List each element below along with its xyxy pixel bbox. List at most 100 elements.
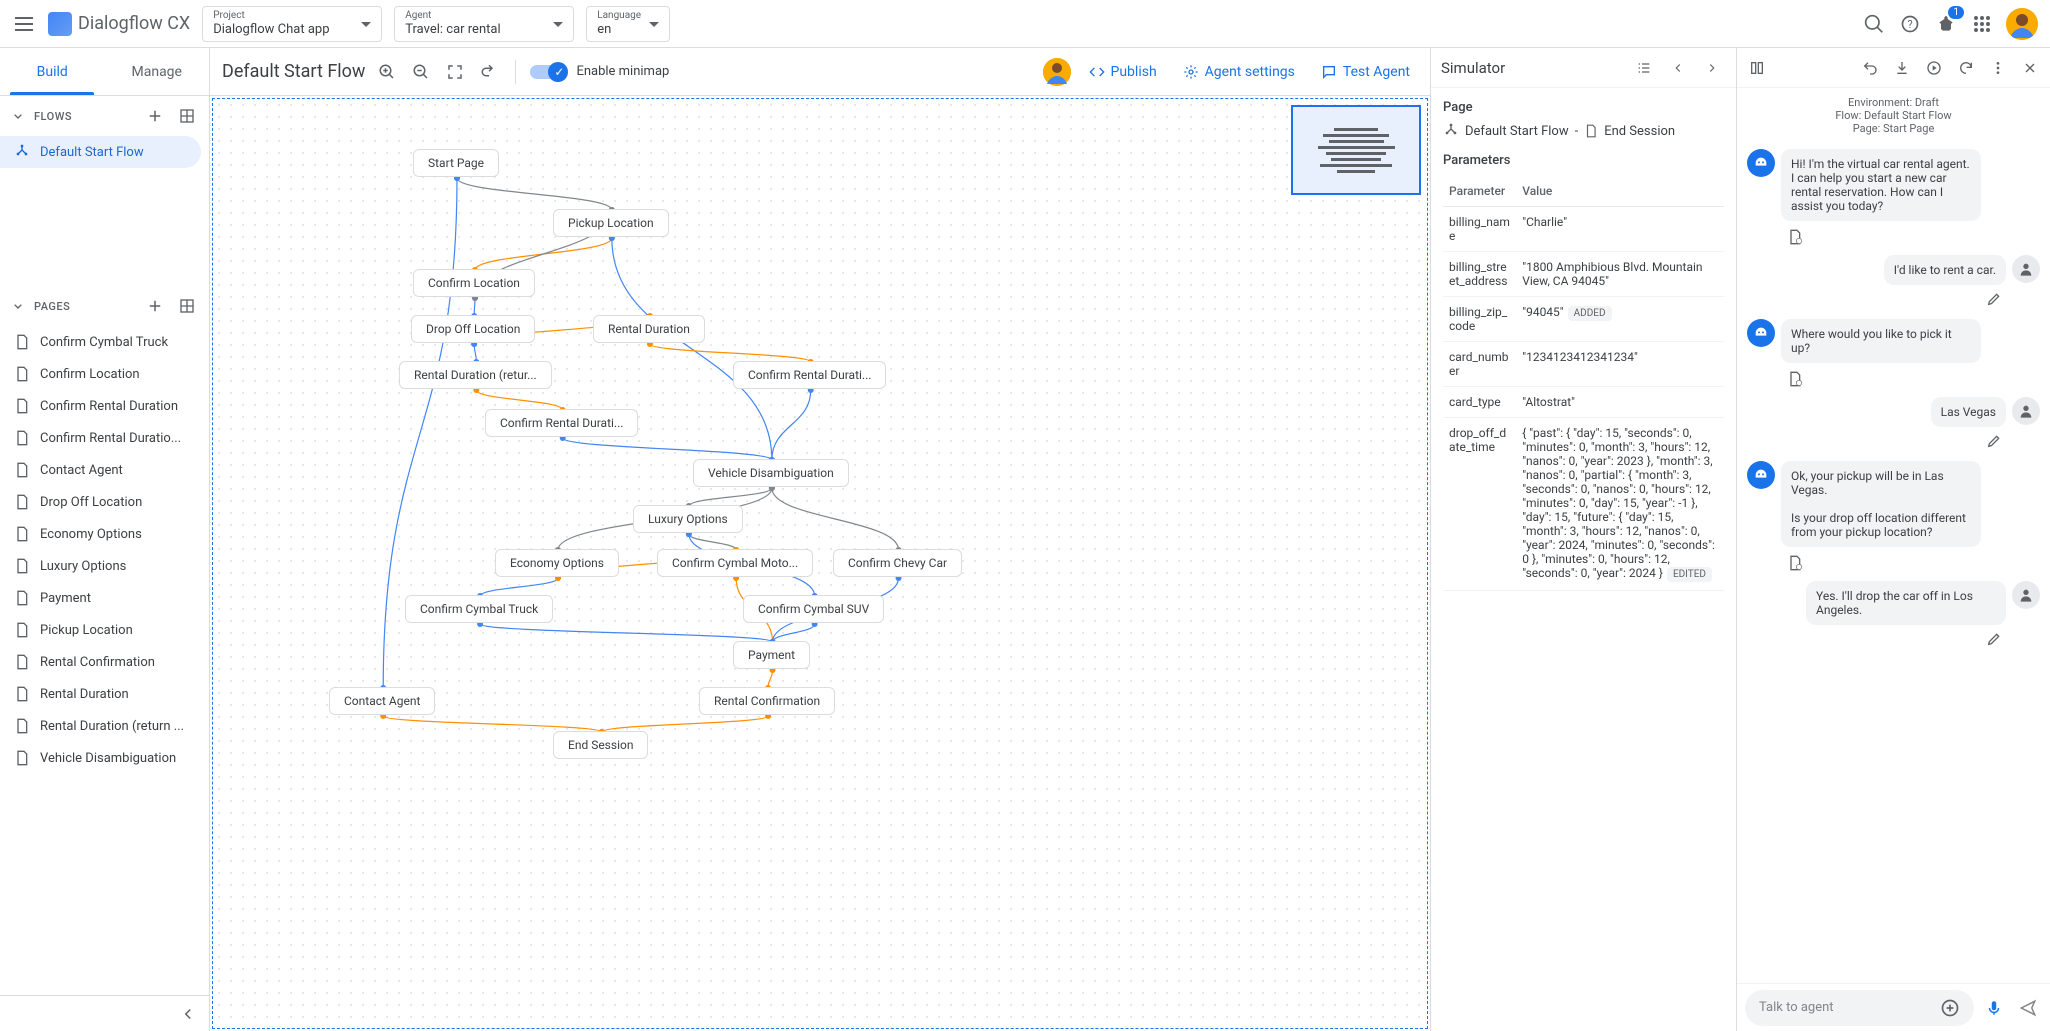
play-icon[interactable] <box>1920 54 1948 82</box>
flow-node[interactable]: Rental Duration <box>593 315 705 343</box>
canvas-toolbar: Default Start Flow ✓ Enable minimap Publ… <box>210 48 1430 96</box>
page-item[interactable]: Rental Duration <box>0 678 209 710</box>
page-item[interactable]: Rental Duration (return ... <box>0 710 209 742</box>
flow-node[interactable]: Start Page <box>413 149 499 177</box>
flows-grid-button[interactable] <box>175 104 199 128</box>
user-avatar-icon <box>2012 581 2040 609</box>
edit-message-icon[interactable] <box>1747 631 2040 651</box>
apps-icon[interactable] <box>1970 12 1994 36</box>
flow-node[interactable]: Vehicle Disambiguation <box>693 459 849 487</box>
fit-view-icon[interactable] <box>443 60 467 84</box>
agent-selector[interactable]: Agent Travel: car rental <box>394 6 574 42</box>
zoom-in-icon[interactable] <box>375 60 399 84</box>
language-selector[interactable]: Language en <box>586 6 670 42</box>
product-name: Dialogflow CX <box>78 13 190 34</box>
save-icon[interactable] <box>1888 54 1916 82</box>
page-item[interactable]: Confirm Rental Duration <box>0 390 209 422</box>
flow-node[interactable]: Confirm Cymbal Truck <box>405 595 553 623</box>
refresh-icon[interactable] <box>1952 54 1980 82</box>
flow-node[interactable]: Drop Off Location <box>411 315 535 343</box>
close-icon[interactable] <box>2016 54 2044 82</box>
bot-avatar-icon <box>1747 319 1775 347</box>
page-item[interactable]: Rental Confirmation <box>0 646 209 678</box>
flow-tree-icon <box>14 144 30 160</box>
page-item[interactable]: Payment <box>0 582 209 614</box>
flow-node[interactable]: Confirm Cymbal Moto... <box>657 549 813 577</box>
page-doc-icon <box>14 494 30 510</box>
minimap-toggle[interactable]: ✓ <box>530 65 566 79</box>
account-avatar[interactable] <box>2006 8 2038 40</box>
page-path: Default Start Flow - End Session <box>1443 123 1724 139</box>
help-icon[interactable]: ? <box>1898 12 1922 36</box>
flow-node[interactable]: Rental Duration (retur... <box>399 361 552 389</box>
flow-node[interactable]: Luxury Options <box>633 505 743 533</box>
chat-input[interactable]: Talk to agent <box>1745 990 1974 1026</box>
flow-node[interactable]: Contact Agent <box>329 687 435 715</box>
project-selector[interactable]: Project Dialogflow Chat app <box>202 6 382 42</box>
edit-message-icon[interactable] <box>1747 291 2040 311</box>
flow-node[interactable]: Confirm Rental Durati... <box>485 409 638 437</box>
page-doc-icon <box>14 334 30 350</box>
response-meta-icon[interactable] <box>1781 369 1809 389</box>
page-item[interactable]: Luxury Options <box>0 550 209 582</box>
search-icon[interactable] <box>1862 12 1886 36</box>
table-row: card_type"Altostrat" <box>1443 387 1724 418</box>
parameters-label: Parameters <box>1443 153 1724 168</box>
main-menu-button[interactable] <box>12 12 36 36</box>
page-item[interactable]: Contact Agent <box>0 454 209 486</box>
page-item[interactable]: Confirm Rental Duratio... <box>0 422 209 454</box>
flow-canvas[interactable]: Start Page Pickup Location Confirm Locatio… <box>212 98 1428 1029</box>
chevron-down-icon[interactable] <box>10 298 26 314</box>
more-icon[interactable] <box>1984 54 2012 82</box>
list-icon[interactable] <box>1630 54 1658 82</box>
test-agent-button[interactable]: Test Agent <box>1313 60 1418 84</box>
flow-node[interactable]: Confirm Cymbal SUV <box>743 595 884 623</box>
chat-icon <box>1321 64 1337 80</box>
flow-node[interactable]: Pickup Location <box>553 209 669 237</box>
columns-icon[interactable] <box>1743 54 1771 82</box>
notifications-icon[interactable]: 1 <box>1934 12 1958 36</box>
flow-node[interactable]: Confirm Chevy Car <box>833 549 962 577</box>
response-meta-icon[interactable] <box>1781 227 1809 247</box>
sidebar-collapse[interactable] <box>0 995 209 1031</box>
pages-grid-button[interactable] <box>175 294 199 318</box>
flow-item[interactable]: Default Start Flow <box>0 136 201 168</box>
flow-node[interactable]: Payment <box>733 641 810 669</box>
tab-manage[interactable]: Manage <box>105 48 210 95</box>
zoom-out-icon[interactable] <box>409 60 433 84</box>
flow-node[interactable]: End Session <box>553 731 648 759</box>
chevron-down-icon[interactable] <box>10 108 26 124</box>
publish-button[interactable]: Publish <box>1081 60 1165 84</box>
tab-build[interactable]: Build <box>0 48 105 95</box>
add-circle-icon[interactable] <box>1940 998 1960 1018</box>
flow-node[interactable]: Economy Options <box>495 549 619 577</box>
undo-icon[interactable] <box>1856 54 1884 82</box>
page-item[interactable]: Drop Off Location <box>0 486 209 518</box>
send-icon[interactable] <box>2014 994 2042 1022</box>
mic-icon[interactable] <box>1980 994 2008 1022</box>
add-page-button[interactable] <box>143 294 167 318</box>
reset-view-icon[interactable] <box>477 60 501 84</box>
user-message: Yes. I'll drop the car off in Los Angele… <box>1747 581 2040 625</box>
edit-message-icon[interactable] <box>1747 433 2040 453</box>
flow-node[interactable]: Rental Confirmation <box>699 687 835 715</box>
page-item[interactable]: Confirm Location <box>0 358 209 390</box>
prev-icon[interactable] <box>1664 54 1692 82</box>
agent-settings-button[interactable]: Agent settings <box>1175 60 1303 84</box>
product-logo[interactable]: Dialogflow CX <box>48 12 190 36</box>
flow-node[interactable]: Confirm Location <box>413 269 535 297</box>
page-item[interactable]: Economy Options <box>0 518 209 550</box>
minimap[interactable] <box>1291 105 1421 195</box>
page-item[interactable]: Pickup Location <box>0 614 209 646</box>
response-meta-icon[interactable] <box>1781 553 1809 573</box>
bot-avatar-icon <box>1747 149 1775 177</box>
pages-section-header: PAGES <box>0 286 209 326</box>
page-doc-icon <box>14 718 30 734</box>
flow-node[interactable]: Confirm Rental Durati... <box>733 361 886 389</box>
page-item[interactable]: Confirm Cymbal Truck <box>0 326 209 358</box>
add-flow-button[interactable] <box>143 104 167 128</box>
bot-message: Where would you like to pick it up? <box>1747 319 2040 363</box>
next-icon[interactable] <box>1698 54 1726 82</box>
page-item[interactable]: Vehicle Disambiguation <box>0 742 209 774</box>
collaborator-avatar[interactable] <box>1043 58 1071 86</box>
